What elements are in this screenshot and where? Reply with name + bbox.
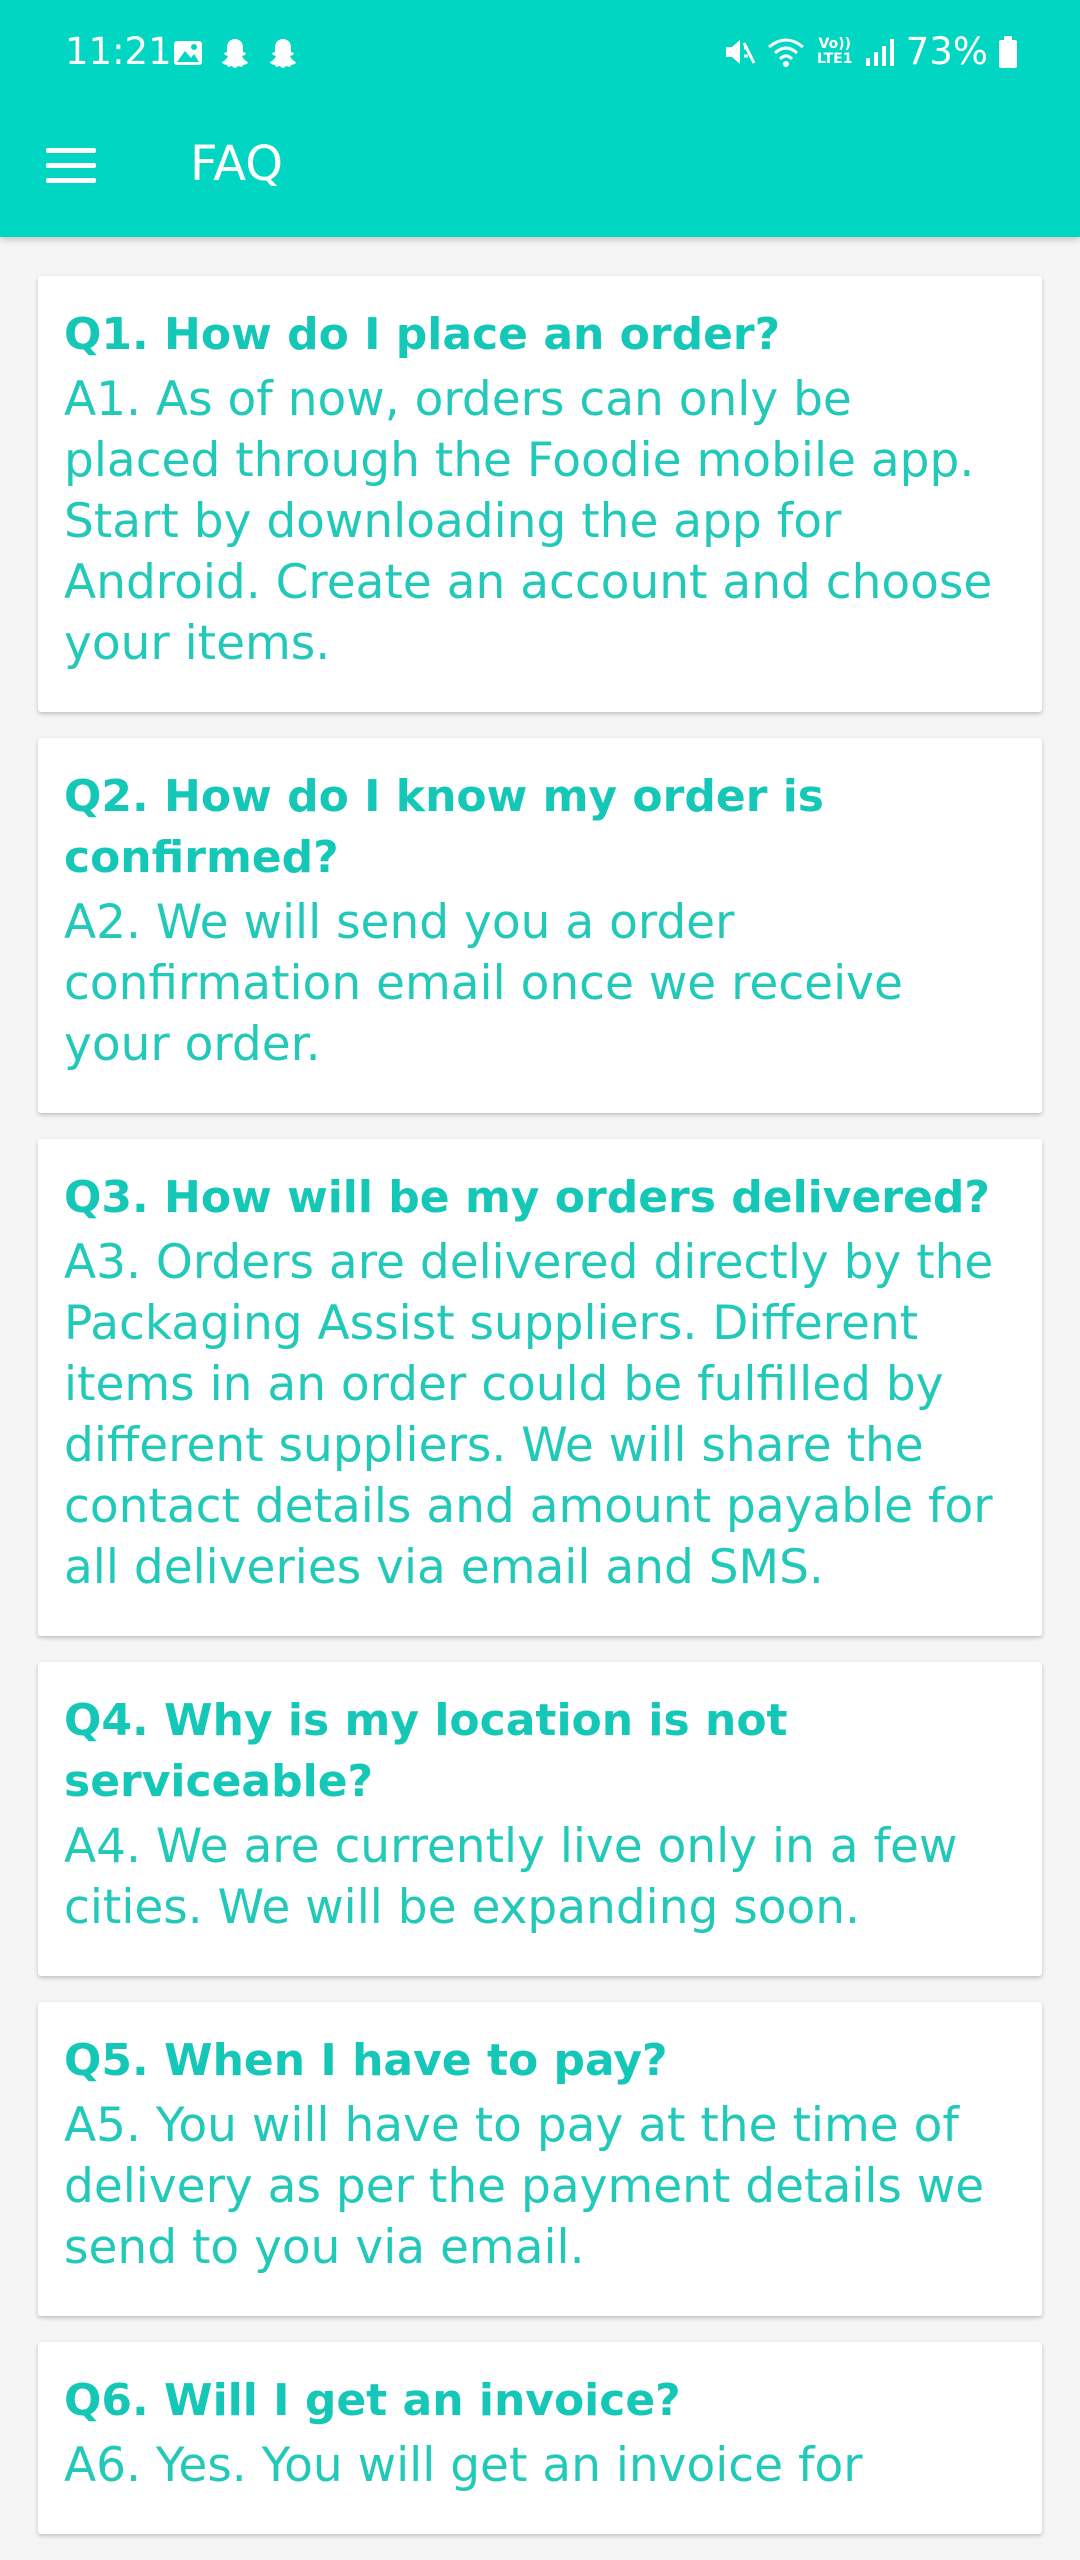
faq-answer: A4. We are currently live only in a few … — [64, 1819, 958, 1935]
faq-question: Q6. Will I get an invoice? — [64, 2375, 681, 2426]
faq-card: Q4. Why is my location is not serviceabl… — [38, 1662, 1042, 1976]
app-bar: 11:21 Vo)) LTE1 73% FAQ — [0, 0, 1080, 237]
snapchat-icon — [270, 39, 296, 68]
faq-question: Q5. When I have to pay? — [64, 2035, 668, 2086]
signal-icon — [865, 38, 894, 66]
volte-icon: Vo)) LTE1 — [817, 35, 853, 67]
image-icon — [174, 41, 202, 65]
page-title: FAQ — [190, 136, 283, 192]
mute-icon — [725, 39, 756, 64]
faq-answer: A3. Orders are delivered directly by the… — [64, 1235, 994, 1595]
faq-answer: A1. As of now, orders can only be placed… — [64, 372, 993, 671]
faq-card: Q6. Will I get an invoice? A6. Yes. You … — [38, 2342, 1042, 2534]
battery-percentage: 73% — [905, 30, 988, 73]
system-icons: Vo)) LTE1 73% — [722, 30, 1018, 73]
faq-card: Q1. How do I place an order? A1. As of n… — [38, 276, 1042, 712]
faq-answer: A2. We will send you a order confirmatio… — [64, 895, 903, 1072]
faq-card: Q3. How will be my orders delivered? A3.… — [38, 1139, 1042, 1636]
status-time: 11:21 — [65, 30, 172, 73]
faq-question: Q4. Why is my location is not serviceabl… — [64, 1695, 788, 1807]
wifi-icon — [767, 38, 804, 67]
status-bar: 11:21 Vo)) LTE1 73% — [0, 0, 1080, 110]
battery-icon — [999, 35, 1017, 68]
snapchat-icon — [222, 39, 248, 68]
faq-question: Q2. How do I know my order is confirmed? — [64, 771, 824, 883]
faq-question: Q3. How will be my orders delivered? — [64, 1172, 990, 1223]
faq-card: Q2. How do I know my order is confirmed?… — [38, 738, 1042, 1113]
faq-card: Q5. When I have to pay? A5. You will hav… — [38, 2002, 1042, 2316]
hamburger-menu-icon[interactable] — [46, 146, 98, 184]
faq-question: Q1. How do I place an order? — [64, 309, 781, 360]
faq-answer: A6. Yes. You will get an invoice for — [64, 2438, 863, 2493]
faq-list[interactable]: Q1. How do I place an order? A1. As of n… — [38, 276, 1042, 2560]
notification-icons — [172, 36, 300, 70]
faq-answer: A5. You will have to pay at the time of … — [64, 2098, 985, 2275]
